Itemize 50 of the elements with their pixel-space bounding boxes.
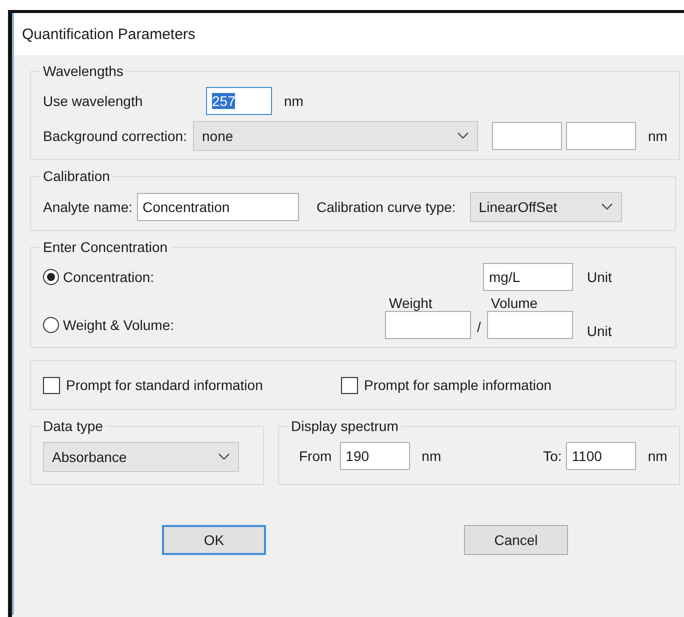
checkbox-label: Prompt for sample information — [364, 377, 552, 393]
data-type-dropdown[interactable]: Absorbance — [43, 442, 239, 472]
field-label: Use wavelength — [43, 93, 144, 109]
group-title: Wavelengths — [42, 63, 124, 79]
field-label: Analyte name: — [43, 199, 132, 215]
volume-field[interactable] — [486, 311, 573, 339]
field-label: Background correction: — [43, 128, 188, 144]
checkbox[interactable] — [341, 376, 358, 394]
group-title: Enter Concentration — [42, 239, 169, 255]
range-end-field[interactable] — [566, 122, 636, 150]
unit-label: nm — [648, 128, 668, 144]
field-label: From — [299, 448, 332, 464]
curve-type-dropdown[interactable]: LinearOffSet — [470, 192, 622, 222]
checkbox-label: Prompt for standard information — [66, 377, 263, 393]
group-title: Calibration — [42, 168, 111, 184]
wavelength-field[interactable]: 257 — [206, 87, 272, 115]
unit-label: Unit — [587, 269, 612, 285]
group-title: Display spectrum — [290, 418, 400, 434]
dialog-button[interactable]: Cancel — [464, 525, 568, 555]
checkbox-option[interactable]: Prompt for standard information — [43, 376, 341, 394]
radio-button[interactable] — [43, 317, 59, 333]
group-title: Data type — [42, 418, 104, 434]
dialog-button[interactable]: OK — [162, 525, 266, 555]
weight-field[interactable] — [385, 311, 471, 339]
radio-button[interactable] — [43, 269, 59, 285]
unit-label: nm — [422, 448, 442, 464]
radio-option[interactable]: Weight & Volume: — [43, 317, 385, 339]
range-start-field[interactable] — [492, 122, 562, 150]
field-label: Calibration curve type: — [316, 199, 456, 215]
chevron-icon — [218, 453, 230, 461]
window-title: Quantification Parameters — [22, 26, 196, 42]
unit-label: nm — [648, 448, 668, 464]
from-field[interactable]: 190 — [340, 442, 410, 470]
radio-option[interactable]: Concentration: — [43, 269, 483, 285]
analyte-field[interactable]: Concentration — [136, 193, 298, 221]
field-caption: Weight — [389, 295, 434, 311]
chevron-icon — [600, 203, 613, 211]
separator-slash: / — [477, 319, 481, 335]
radio-label: Concentration: — [63, 269, 154, 285]
radio-label: Weight & Volume: — [63, 317, 174, 333]
to-field[interactable]: 1100 — [566, 442, 636, 470]
checkbox-option[interactable]: Prompt for sample information — [341, 376, 639, 394]
field-caption: Volume — [490, 295, 539, 311]
unit-label: Unit — [586, 323, 612, 339]
field-label: To: — [543, 448, 562, 464]
background-dropdown[interactable]: none — [193, 121, 478, 151]
chevron-icon — [457, 132, 469, 140]
checkbox[interactable] — [43, 376, 60, 394]
unit-label: nm — [284, 93, 304, 109]
unit-field[interactable]: mg/L — [483, 263, 573, 291]
